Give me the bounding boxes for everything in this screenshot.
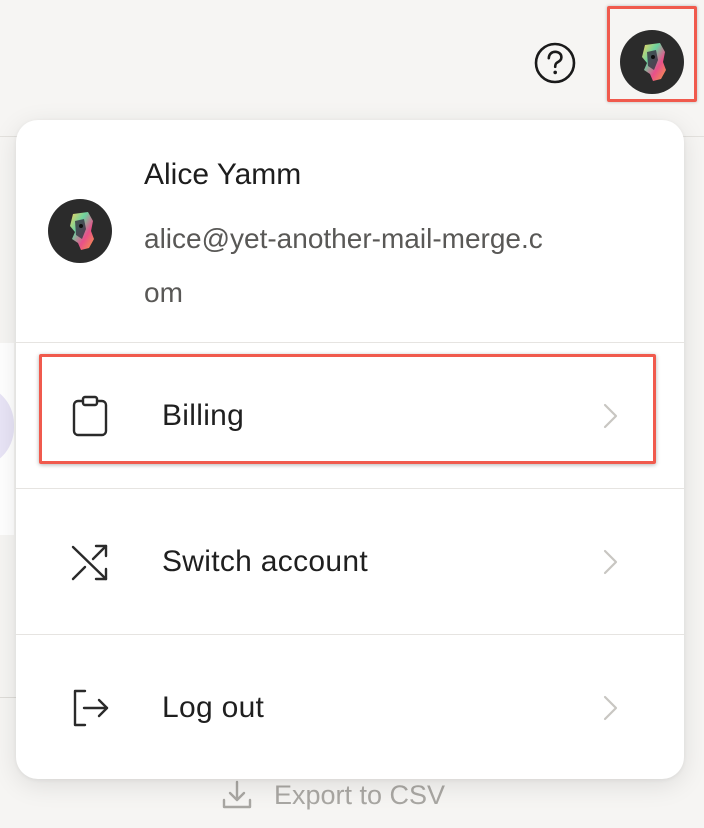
profile-name: Alice Yamm: [144, 158, 302, 191]
menu-item-log-out[interactable]: Log out: [16, 636, 684, 780]
chevron-right-icon: [603, 549, 618, 575]
profile-section: Alice Yamm alice@yet-another-mail-merge.…: [16, 120, 684, 342]
chevron-right-icon: [603, 695, 618, 721]
top-bar: [0, 0, 704, 137]
menu-divider: [16, 634, 684, 635]
menu-item-switch-account[interactable]: Switch account: [16, 490, 684, 634]
menu-item-label: Log out: [162, 691, 265, 724]
user-avatar: [620, 30, 684, 94]
account-avatar-button[interactable]: [620, 30, 684, 94]
background-divider: [0, 697, 16, 698]
export-csv-button[interactable]: Export to CSV: [220, 774, 445, 816]
chevron-right-icon: [603, 403, 618, 429]
menu-item-label: Switch account: [162, 545, 368, 578]
logout-icon: [68, 686, 112, 730]
shuffle-icon: [68, 540, 112, 584]
menu-item-label: Billing: [162, 399, 245, 432]
clipboard-icon: [68, 394, 112, 438]
menu-divider: [16, 488, 684, 489]
profile-avatar: [48, 199, 112, 263]
menu-divider: [16, 342, 684, 343]
help-button[interactable]: [533, 41, 577, 85]
account-menu: Alice Yamm alice@yet-another-mail-merge.…: [16, 120, 684, 779]
help-circle-icon: [534, 42, 576, 84]
profile-email: alice@yet-another-mail-merge.com: [144, 223, 543, 308]
download-icon: [222, 780, 252, 809]
user-avatar: [48, 199, 112, 263]
menu-item-billing[interactable]: Billing: [16, 344, 684, 488]
export-csv-label: Export to CSV: [274, 779, 446, 810]
